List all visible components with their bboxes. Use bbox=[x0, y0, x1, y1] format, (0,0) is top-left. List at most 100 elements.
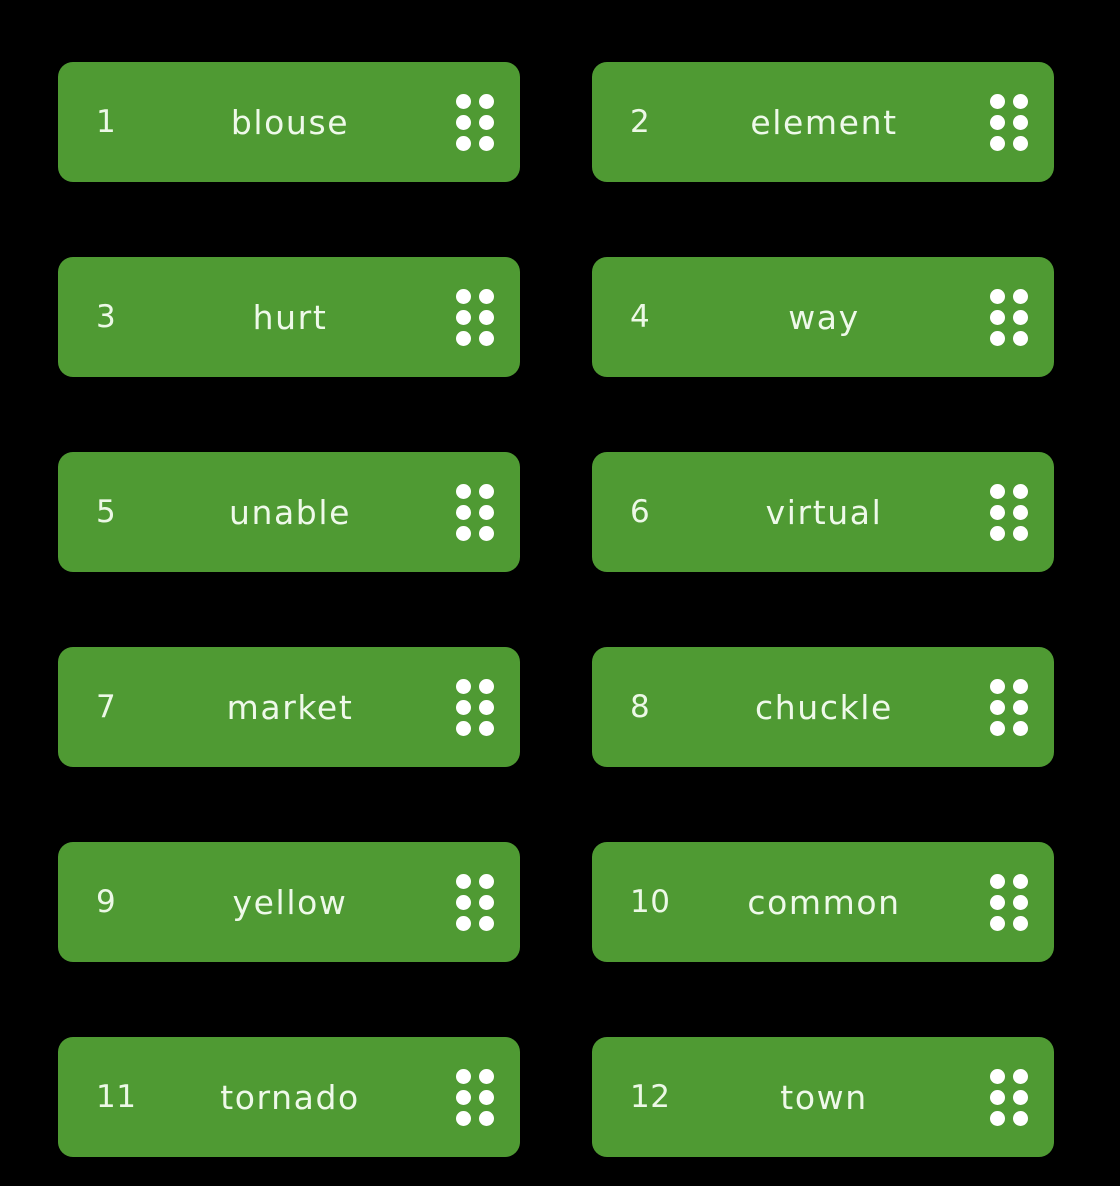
card-word: virtual bbox=[765, 492, 883, 532]
handle-dot bbox=[1013, 330, 1028, 346]
handle-dot bbox=[456, 678, 471, 694]
drag-handle-dots-icon[interactable] bbox=[456, 1068, 494, 1126]
word-card[interactable]: 11 tornado bbox=[58, 1037, 520, 1157]
word-card[interactable]: 9 yellow bbox=[58, 842, 520, 962]
word-card[interactable]: 10 common bbox=[592, 842, 1054, 962]
handle-dot bbox=[456, 330, 471, 346]
handle-dot bbox=[479, 678, 494, 694]
handle-dot bbox=[1013, 309, 1028, 325]
handle-dot bbox=[456, 309, 471, 325]
handle-dot bbox=[456, 720, 471, 736]
word-card[interactable]: 4 way bbox=[592, 257, 1054, 377]
drag-handle-dots-icon[interactable] bbox=[456, 483, 494, 541]
handle-dot bbox=[1013, 678, 1028, 694]
handle-dot bbox=[456, 93, 471, 109]
card-index: 10 bbox=[630, 884, 671, 920]
handle-dot bbox=[990, 135, 1005, 151]
card-word: tornado bbox=[220, 1077, 360, 1117]
handle-dot bbox=[990, 93, 1005, 109]
handle-dot bbox=[456, 1089, 471, 1105]
handle-dot bbox=[1013, 504, 1028, 520]
handle-dot bbox=[990, 720, 1005, 736]
card-word: market bbox=[226, 687, 354, 727]
handle-dot bbox=[990, 915, 1005, 931]
drag-handle-dots-icon[interactable] bbox=[456, 288, 494, 346]
handle-dot bbox=[990, 873, 1005, 889]
handle-dot bbox=[990, 330, 1005, 346]
handle-dot bbox=[990, 483, 1005, 499]
card-index: 2 bbox=[630, 104, 651, 140]
drag-handle-dots-icon[interactable] bbox=[990, 678, 1028, 736]
handle-dot bbox=[1013, 483, 1028, 499]
handle-dot bbox=[456, 525, 471, 541]
handle-dot bbox=[456, 873, 471, 889]
drag-handle-dots-icon[interactable] bbox=[990, 873, 1028, 931]
handle-dot bbox=[479, 288, 494, 304]
handle-dot bbox=[479, 93, 494, 109]
handle-dot bbox=[479, 915, 494, 931]
word-card[interactable]: 2 element bbox=[592, 62, 1054, 182]
card-word: way bbox=[788, 297, 860, 337]
card-word: common bbox=[747, 882, 901, 922]
card-word: chuckle bbox=[755, 687, 893, 727]
card-word: element bbox=[750, 102, 898, 142]
handle-dot bbox=[456, 114, 471, 130]
handle-dot bbox=[456, 1110, 471, 1126]
handle-dot bbox=[479, 1089, 494, 1105]
drag-handle-dots-icon[interactable] bbox=[990, 93, 1028, 151]
card-index: 1 bbox=[96, 104, 117, 140]
handle-dot bbox=[479, 504, 494, 520]
handle-dot bbox=[456, 1068, 471, 1084]
handle-dot bbox=[990, 114, 1005, 130]
drag-handle-dots-icon[interactable] bbox=[456, 873, 494, 931]
word-card[interactable]: 6 virtual bbox=[592, 452, 1054, 572]
handle-dot bbox=[990, 309, 1005, 325]
word-card[interactable]: 12 town bbox=[592, 1037, 1054, 1157]
drag-handle-dots-icon[interactable] bbox=[456, 678, 494, 736]
handle-dot bbox=[1013, 873, 1028, 889]
card-index: 11 bbox=[96, 1079, 137, 1115]
handle-dot bbox=[479, 309, 494, 325]
handle-dot bbox=[990, 504, 1005, 520]
drag-handle-dots-icon[interactable] bbox=[990, 1068, 1028, 1126]
handle-dot bbox=[990, 678, 1005, 694]
handle-dot bbox=[456, 288, 471, 304]
card-word: yellow bbox=[232, 882, 348, 922]
card-word: town bbox=[780, 1077, 868, 1117]
card-index: 7 bbox=[96, 689, 117, 725]
handle-dot bbox=[1013, 93, 1028, 109]
handle-dot bbox=[479, 330, 494, 346]
word-card-board: 1 blouse 2 element 3 hurt 4 way 5 unable… bbox=[0, 0, 1120, 1186]
card-word: hurt bbox=[252, 297, 328, 337]
handle-dot bbox=[990, 525, 1005, 541]
handle-dot bbox=[1013, 135, 1028, 151]
drag-handle-dots-icon[interactable] bbox=[456, 93, 494, 151]
handle-dot bbox=[990, 699, 1005, 715]
card-index: 5 bbox=[96, 494, 117, 530]
handle-dot bbox=[1013, 915, 1028, 931]
word-card[interactable]: 3 hurt bbox=[58, 257, 520, 377]
handle-dot bbox=[479, 720, 494, 736]
handle-dot bbox=[479, 873, 494, 889]
card-index: 6 bbox=[630, 494, 651, 530]
handle-dot bbox=[1013, 894, 1028, 910]
handle-dot bbox=[1013, 720, 1028, 736]
handle-dot bbox=[479, 699, 494, 715]
word-card[interactable]: 1 blouse bbox=[58, 62, 520, 182]
word-card[interactable]: 5 unable bbox=[58, 452, 520, 572]
drag-handle-dots-icon[interactable] bbox=[990, 483, 1028, 541]
handle-dot bbox=[456, 915, 471, 931]
handle-dot bbox=[990, 1110, 1005, 1126]
handle-dot bbox=[1013, 114, 1028, 130]
handle-dot bbox=[1013, 1068, 1028, 1084]
card-index: 9 bbox=[96, 884, 117, 920]
card-index: 4 bbox=[630, 299, 651, 335]
word-card[interactable]: 8 chuckle bbox=[592, 647, 1054, 767]
handle-dot bbox=[456, 504, 471, 520]
handle-dot bbox=[990, 1068, 1005, 1084]
drag-handle-dots-icon[interactable] bbox=[990, 288, 1028, 346]
card-word: unable bbox=[228, 492, 352, 532]
handle-dot bbox=[1013, 1089, 1028, 1105]
word-card[interactable]: 7 market bbox=[58, 647, 520, 767]
handle-dot bbox=[1013, 525, 1028, 541]
